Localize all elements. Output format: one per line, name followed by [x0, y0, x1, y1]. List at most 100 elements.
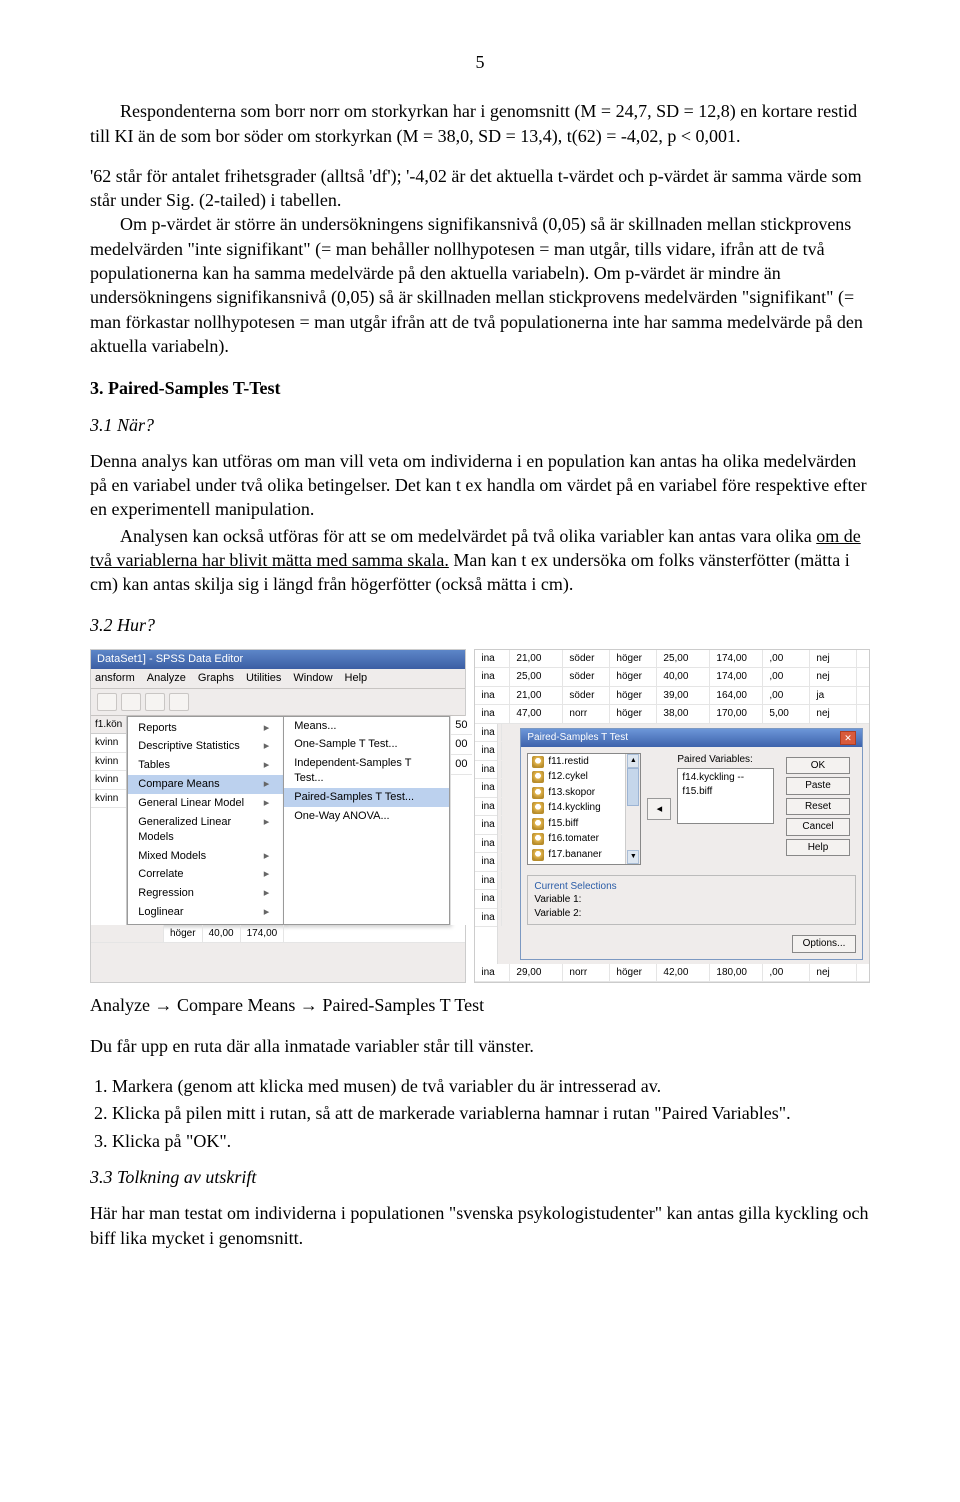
list-item: Markera (genom att klicka med musen) de … [112, 1074, 870, 1098]
submenu-item[interactable]: One-Way ANOVA... [284, 807, 449, 826]
help-button[interactable]: Help [786, 839, 850, 857]
submenu-item[interactable]: Means... [284, 717, 449, 736]
text: Om p-värdet är större än undersökningens… [90, 212, 870, 358]
cell: kvinn [91, 734, 126, 753]
menu-item[interactable]: Mixed Models▸ [128, 847, 283, 866]
scrollbar[interactable]: ▲ ▼ [625, 754, 640, 864]
data-grid-bottom: ina29,00norrhöger42,00180,00,00nej [475, 964, 869, 983]
paragraph-explain: '62 står för antalet frihetsgrader (allt… [90, 164, 870, 358]
move-right-button[interactable]: ◂ [647, 798, 671, 820]
cell: 174,00 [241, 925, 285, 943]
current-selections-group: Current Selections Variable 1: Variable … [527, 875, 856, 926]
list-item: Klicka på "OK". [112, 1129, 870, 1153]
scroll-thumb[interactable] [627, 768, 639, 806]
scroll-up-icon[interactable]: ▲ [627, 754, 639, 768]
arrow-icon: ▸ [264, 721, 270, 736]
options-button[interactable]: Options... [792, 935, 856, 953]
scale-icon [532, 818, 544, 830]
dialog-title: Paired-Samples T Test [527, 731, 628, 745]
scale-icon [532, 787, 544, 799]
arrow-icon: ▸ [264, 815, 270, 845]
toolbar-button[interactable] [145, 693, 165, 711]
close-icon[interactable]: ✕ [840, 731, 856, 745]
scale-icon [532, 802, 544, 814]
paired-samples-dialog: Paired-Samples T Test ✕ f11.restid f12.c… [520, 728, 863, 960]
cell: 00 [451, 735, 471, 755]
variable1-label: Variable 1: [534, 893, 849, 907]
menu-item[interactable]: Window [293, 671, 332, 686]
paste-button[interactable]: Paste [786, 777, 850, 795]
toolbar-button[interactable] [97, 693, 117, 711]
current-selections-label: Current Selections [534, 880, 849, 894]
menu-item[interactable]: Descriptive Statistics▸ [128, 737, 283, 756]
arrow-icon: ▸ [264, 777, 270, 792]
paired-variables-box[interactable]: f14.kyckling -- f15.biff [677, 768, 774, 824]
heading-3-2: 3.2 Hur? [90, 613, 870, 637]
menu-item[interactable]: Analyze [147, 671, 186, 686]
menu-item[interactable]: Regression▸ [128, 884, 283, 903]
arrow-icon: ▸ [264, 886, 270, 901]
scale-icon [532, 756, 544, 768]
submenu-item[interactable]: One-Sample T Test... [284, 735, 449, 754]
menu-item[interactable]: Tables▸ [128, 756, 283, 775]
page-number: 5 [90, 50, 870, 74]
menu-item[interactable]: Help [345, 671, 368, 686]
menu-item[interactable]: Loglinear▸ [128, 903, 283, 922]
cell: 00 [451, 755, 471, 775]
reset-button[interactable]: Reset [786, 798, 850, 816]
text: '62 står för antalet frihetsgrader (allt… [90, 166, 862, 210]
paragraph-results: Respondenterna som borr norr om storkyrk… [90, 99, 870, 148]
submenu-item[interactable]: Independent-Samples T Test... [284, 754, 449, 788]
text: Analysen kan också utföras för att se om… [120, 526, 816, 546]
paragraph-3b: Analysen kan också utföras för att se om… [90, 524, 870, 597]
submenu-item-paired[interactable]: Paired-Samples T Test... [284, 788, 449, 807]
cancel-button[interactable]: Cancel [786, 818, 850, 836]
data-column: f1.kön kvinn kvinn kvinn kvinn [91, 716, 127, 925]
menu-item[interactable]: Reports▸ [128, 719, 283, 738]
cell: kvinn [91, 753, 126, 772]
heading-3-1: 3.1 När? [90, 413, 870, 437]
menu-item[interactable]: General Linear Model▸ [128, 794, 283, 813]
ok-button[interactable]: OK [786, 757, 850, 775]
menu-item[interactable]: Correlate▸ [128, 865, 283, 884]
scale-icon [532, 833, 544, 845]
cell: höger [164, 925, 203, 943]
heading-3-3: 3.3 Tolkning av utskrift [90, 1165, 870, 1189]
instruction-list: Markera (genom att klicka med musen) de … [90, 1074, 870, 1153]
arrow-icon: ▸ [264, 905, 270, 920]
paired-variables-label: Paired Variables: [677, 753, 774, 767]
menu-item[interactable]: ansform [95, 671, 135, 686]
cell: kvinn [91, 790, 126, 809]
list-item: Klicka på pilen mitt i rutan, så att de … [112, 1101, 870, 1125]
variable2-label: Variable 2: [534, 907, 849, 921]
spss-editor-screenshot: DataSet1] - SPSS Data Editor ansform Ana… [90, 649, 466, 984]
analyze-path: Analyze → Compare Means → Paired-Samples… [90, 993, 870, 1017]
menu-item[interactable]: Generalized Linear Models▸ [128, 813, 283, 847]
scroll-down-icon[interactable]: ▼ [627, 850, 639, 864]
dialog-title-bar: Paired-Samples T Test ✕ [521, 729, 862, 747]
menu-bar: ansform Analyze Graphs Utilities Window … [91, 669, 465, 689]
toolbar-button[interactable] [169, 693, 189, 711]
cell: 50 [451, 716, 471, 736]
scale-icon [532, 864, 544, 865]
arrow-icon: ▸ [264, 867, 270, 882]
variable-listbox[interactable]: f11.restid f12.cykel f13.skopor f14.kyck… [527, 753, 641, 865]
menu-item[interactable]: Utilities [246, 671, 281, 686]
scale-icon [532, 849, 544, 861]
column-header: f1.kön [91, 716, 126, 735]
cell: kvinn [91, 771, 126, 790]
paragraph-4: Du får upp en ruta där alla inmatade var… [90, 1034, 870, 1058]
menu-item-compare-means[interactable]: Compare Means▸ [128, 775, 283, 794]
data-grid-bottom: höger 40,00 174,00 [91, 925, 465, 944]
paired-dialog-screenshot: ina21,00söderhöger25,00174,00,00nej ina2… [474, 649, 870, 984]
screenshots-row: DataSet1] - SPSS Data Editor ansform Ana… [90, 649, 870, 984]
toolbar-button[interactable] [121, 693, 141, 711]
arrow-icon: ▸ [264, 849, 270, 864]
cell: 40,00 [203, 925, 241, 943]
compare-means-submenu: Means... One-Sample T Test... Independen… [283, 716, 450, 925]
arrow-icon: ▸ [264, 758, 270, 773]
menu-item[interactable]: Graphs [198, 671, 234, 686]
dialog-buttons: OK Paste Reset Cancel Help [780, 753, 856, 865]
paragraph-5: Här har man testat om individerna i popu… [90, 1201, 870, 1250]
paragraph-3a: Denna analys kan utföras om man vill vet… [90, 449, 870, 522]
